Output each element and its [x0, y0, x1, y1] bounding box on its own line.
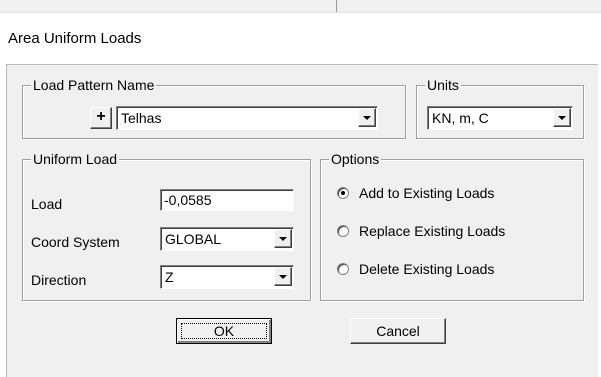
units-select[interactable]: KN, m, C [427, 106, 573, 130]
cancel-button-label: Cancel [376, 323, 420, 339]
direction-value: Z [165, 269, 174, 285]
option-add-existing[interactable]: Add to Existing Loads [337, 184, 577, 204]
uniform-load-group: Uniform Load Load -0,0585 Coord System G… [22, 150, 311, 301]
coord-system-dropdown-button[interactable] [274, 229, 292, 248]
splitter-line [336, 0, 337, 12]
options-legend: Options [329, 150, 382, 168]
chevron-down-icon [279, 237, 287, 241]
units-dropdown-button[interactable] [553, 108, 571, 127]
coord-system-select[interactable]: GLOBAL [160, 227, 294, 251]
radio-button[interactable] [337, 187, 349, 199]
units-value: KN, m, C [432, 110, 489, 126]
option-replace-label: Replace Existing Loads [359, 223, 506, 239]
focus-indicator [181, 323, 267, 339]
chevron-down-icon [279, 275, 287, 279]
radio-button[interactable] [337, 263, 349, 275]
units-legend: Units [425, 76, 461, 94]
units-group: Units KN, m, C [416, 76, 584, 139]
load-pattern-dropdown-button[interactable] [358, 108, 376, 127]
load-pattern-group: Load Pattern Name + Telhas [22, 76, 406, 139]
uniform-load-legend: Uniform Load [31, 150, 120, 168]
load-pattern-legend: Load Pattern Name [31, 76, 157, 94]
option-add-label: Add to Existing Loads [359, 185, 495, 201]
option-delete-existing[interactable]: Delete Existing Loads [337, 260, 577, 280]
option-delete-label: Delete Existing Loads [359, 261, 495, 277]
add-load-pattern-button[interactable]: + [90, 107, 112, 129]
background-window-strip [0, 0, 601, 13]
load-input[interactable]: -0,0585 [160, 189, 294, 211]
load-label: Load [31, 196, 63, 212]
coord-system-value: GLOBAL [165, 231, 222, 247]
ok-button[interactable]: OK [176, 318, 272, 344]
dialog-client-area: Load Pattern Name + Telhas Units KN, m, … [6, 64, 598, 377]
radio-selected-dot [341, 191, 345, 195]
direction-label: Direction [31, 272, 87, 288]
dialog-title: Area Uniform Loads [8, 30, 142, 47]
cancel-button[interactable]: Cancel [350, 318, 446, 344]
option-replace-existing[interactable]: Replace Existing Loads [337, 222, 577, 242]
plus-icon: + [96, 108, 106, 125]
chevron-down-icon [363, 116, 371, 120]
direction-select[interactable]: Z [160, 265, 294, 289]
radio-button[interactable] [337, 225, 349, 237]
load-pattern-value: Telhas [121, 110, 162, 126]
chevron-down-icon [558, 116, 566, 120]
load-pattern-select[interactable]: Telhas [116, 106, 378, 130]
options-group: Options Add to Existing Loads Replace Ex… [320, 150, 584, 301]
direction-dropdown-button[interactable] [274, 267, 292, 286]
coord-system-label: Coord System [31, 234, 120, 250]
